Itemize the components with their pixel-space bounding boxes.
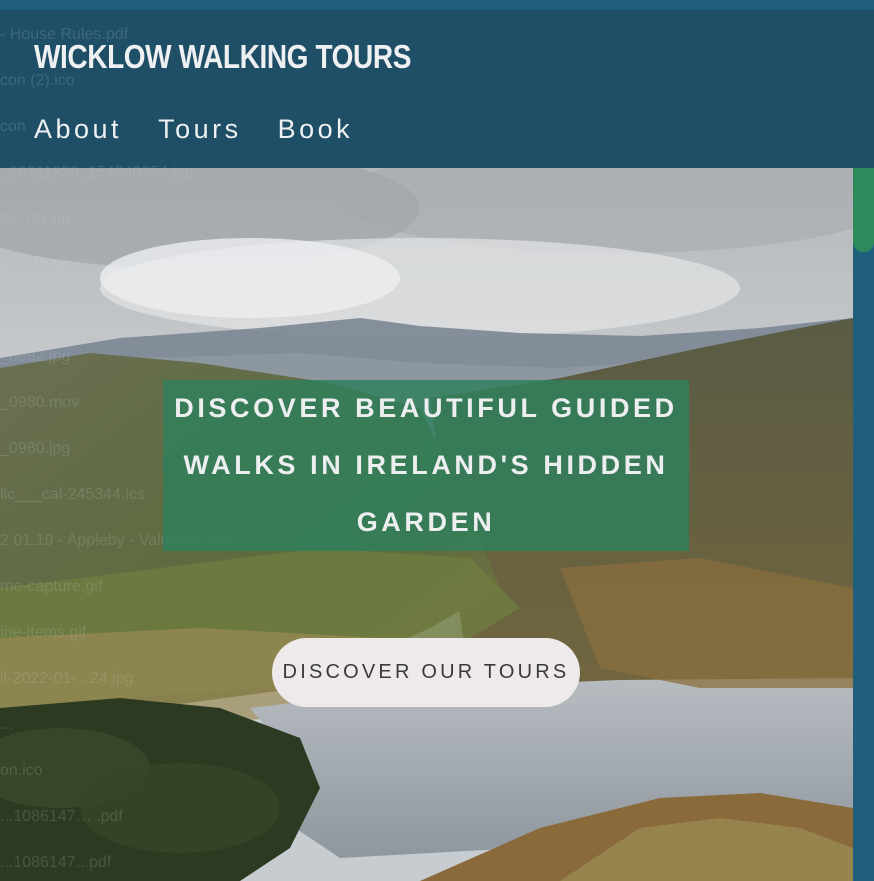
scrollbar-thumb[interactable]: [853, 168, 874, 252]
browser-viewport: - House Rules.pdf con (2).ico con _20211…: [0, 0, 874, 881]
site-logo-title[interactable]: WICKLOW WALKING TOURS: [34, 38, 411, 76]
nav-link-about[interactable]: About: [34, 114, 122, 145]
site-header: WICKLOW WALKING TOURS About Tours Book: [0, 10, 874, 168]
hero-headline-box: DISCOVER BEAUTIFUL GUIDED WALKS IN IRELA…: [163, 380, 689, 551]
discover-tours-button[interactable]: DISCOVER OUR TOURS: [272, 638, 580, 707]
nav-link-book[interactable]: Book: [278, 114, 354, 145]
hero-headline-text: DISCOVER BEAUTIFUL GUIDED WALKS IN IRELA…: [174, 393, 678, 537]
main-nav: About Tours Book: [34, 114, 353, 145]
window-top-strip: [0, 0, 874, 10]
scrollbar-track[interactable]: [853, 168, 874, 881]
hero-headline: DISCOVER BEAUTIFUL GUIDED WALKS IN IRELA…: [163, 380, 689, 551]
nav-link-tours[interactable]: Tours: [158, 114, 242, 145]
